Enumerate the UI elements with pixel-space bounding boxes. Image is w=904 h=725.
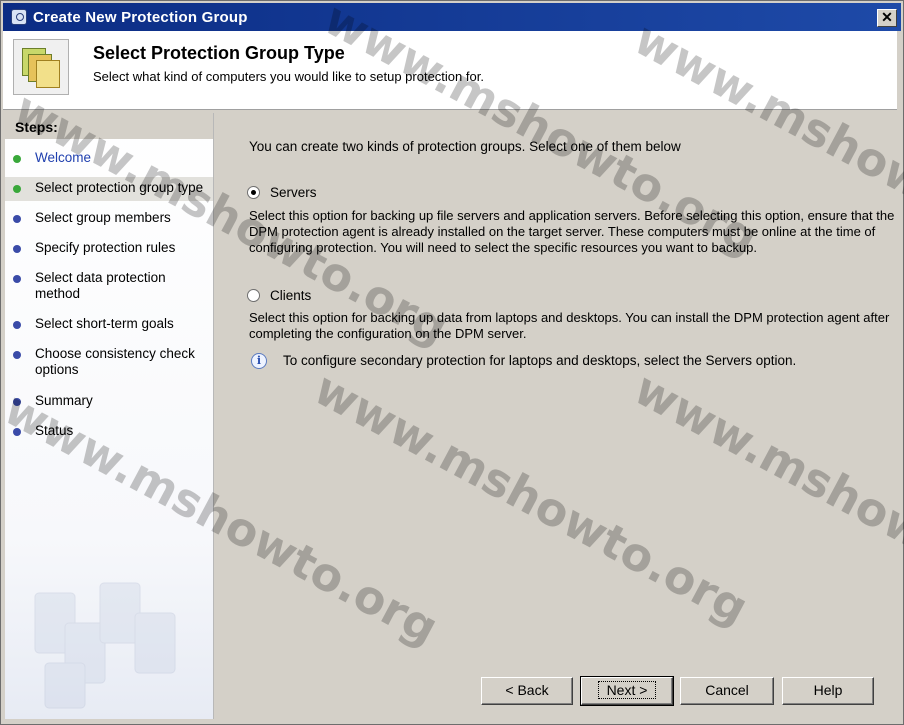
info-icon: i: [251, 353, 267, 369]
step-label: Specify protection rules: [35, 240, 176, 255]
title-bar[interactable]: Create New Protection Group ✕: [3, 3, 901, 31]
step-pending-icon: [13, 398, 21, 406]
next-button[interactable]: Next >: [580, 676, 674, 706]
step-label: Select data protection method: [35, 270, 166, 301]
clients-label[interactable]: Clients: [270, 288, 311, 303]
step-summary: Summary: [5, 390, 213, 414]
intro-text: You can create two kinds of protection g…: [249, 139, 681, 154]
step-current-icon: [13, 185, 21, 193]
wizard-window: Create New Protection Group ✕ Select Pro…: [0, 0, 904, 725]
step-label: Select short-term goals: [35, 316, 174, 331]
dpm-app-icon: [11, 9, 27, 25]
steps-heading: Steps:: [5, 113, 213, 139]
servers-radio[interactable]: [247, 186, 260, 199]
step-pending-icon: [13, 321, 21, 329]
clients-description: Select this option for backing up data f…: [249, 310, 890, 341]
close-button[interactable]: ✕: [877, 9, 897, 27]
info-note: To configure secondary protection for la…: [283, 353, 797, 368]
step-label: Select group members: [35, 210, 171, 225]
step-label: Welcome: [35, 150, 92, 165]
cancel-button[interactable]: Cancel: [680, 677, 774, 705]
step-welcome[interactable]: Welcome: [5, 147, 213, 171]
step-complete-icon: [13, 155, 21, 163]
step-label: Select protection group type: [35, 180, 204, 195]
clients-radio[interactable]: [247, 289, 260, 302]
back-button[interactable]: < Back: [481, 677, 573, 705]
step-label: Summary: [35, 393, 93, 408]
step-pending-icon: [13, 428, 21, 436]
main-content: You can create two kinds of protection g…: [215, 113, 899, 719]
wizard-header: Select Protection Group Type Select what…: [3, 31, 897, 110]
step-select-group-members: Select group members: [5, 207, 213, 231]
page-title: Select Protection Group Type: [93, 43, 345, 63]
window-title: Create New Protection Group: [33, 9, 248, 26]
step-pending-icon: [13, 351, 21, 359]
step-select-protection-group-type[interactable]: Select protection group type: [5, 177, 213, 201]
servers-description: Select this option for backing up file s…: [249, 208, 895, 255]
next-button-label: Next >: [597, 681, 657, 699]
servers-label[interactable]: Servers: [270, 185, 317, 200]
step-label: Choose consistency check options: [35, 346, 195, 377]
step-select-data-protection-method: Select data protection method: [5, 267, 213, 303]
step-label: Status: [35, 423, 74, 438]
step-pending-icon: [13, 245, 21, 253]
help-button[interactable]: Help: [782, 677, 874, 705]
page-subtitle: Select what kind of computers you would …: [93, 69, 484, 84]
step-status: Status: [5, 420, 213, 444]
step-select-short-term-goals: Select short-term goals: [5, 313, 213, 337]
servers-illustration: [34, 582, 176, 709]
step-specify-protection-rules: Specify protection rules: [5, 237, 213, 261]
steps-panel: Steps: Welcome Select protection group t…: [5, 113, 214, 719]
protection-group-icon: [13, 39, 69, 95]
step-pending-icon: [13, 275, 21, 283]
step-pending-icon: [13, 215, 21, 223]
step-choose-consistency-check-options: Choose consistency check options: [5, 343, 213, 379]
